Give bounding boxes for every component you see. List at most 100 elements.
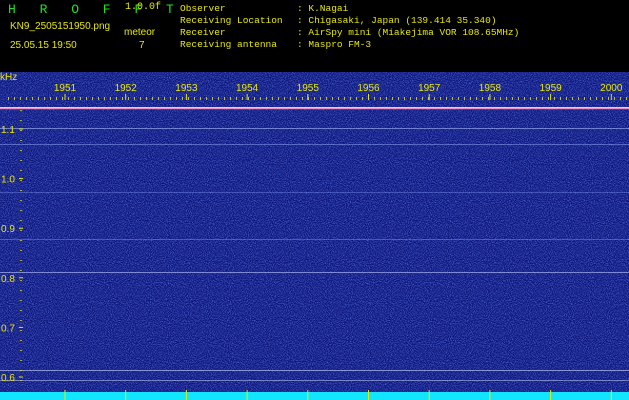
meteor-count: 7 (139, 40, 145, 51)
time-minor-tick (38, 97, 39, 100)
time-minor-tick (524, 97, 525, 100)
time-tick-mark-bottom (550, 390, 552, 400)
info-value-antenna: : Maspro FM-3 (297, 39, 372, 50)
spectrum-noise (0, 72, 629, 400)
time-minor-tick (122, 97, 123, 100)
frequency-minor-tick (20, 270, 22, 271)
time-minor-tick (350, 97, 351, 100)
time-minor-tick (452, 97, 453, 100)
frequency-minor-tick (20, 220, 22, 221)
time-minor-tick (386, 97, 387, 100)
time-minor-tick (110, 97, 111, 100)
time-minor-tick (26, 97, 27, 100)
frequency-tick-label: 1.1 (1, 125, 15, 136)
time-minor-tick (356, 97, 357, 100)
carrier-line (0, 192, 629, 193)
frequency-tick-label: 0.9 (1, 224, 15, 235)
time-minor-tick (476, 97, 477, 100)
info-key-receiver: Receiver (180, 27, 226, 38)
time-minor-tick (398, 97, 399, 100)
info-value-receiver: : AirSpy mini (Miakejima VOR 108.65MHz) (297, 27, 520, 38)
time-minor-tick (584, 97, 585, 100)
frequency-minor-tick (20, 180, 22, 181)
time-minor-tick (554, 97, 555, 100)
time-minor-tick (218, 97, 219, 100)
time-minor-tick (488, 97, 489, 100)
time-minor-tick (344, 97, 345, 100)
time-tick-mark-bottom (246, 390, 248, 400)
time-minor-tick (314, 97, 315, 100)
time-minor-tick (440, 97, 441, 100)
time-minor-tick (494, 97, 495, 100)
time-minor-tick (470, 97, 471, 100)
time-minor-tick (200, 97, 201, 100)
time-minor-tick (338, 97, 339, 100)
info-key-observer: Observer (180, 3, 226, 14)
frequency-tick-label: 0.8 (1, 274, 15, 285)
time-minor-tick (596, 97, 597, 100)
time-minor-tick (152, 97, 153, 100)
meteor-label: meteor (124, 27, 156, 38)
time-minor-tick (80, 97, 81, 100)
time-minor-tick (230, 97, 231, 100)
time-minor-tick (62, 97, 63, 100)
time-minor-tick (530, 97, 531, 100)
time-minor-tick (458, 97, 459, 100)
time-minor-tick (194, 97, 195, 100)
header-panel: H R O F F T 1.0.0f KN9_2505151950.png 25… (0, 0, 629, 72)
time-tick-mark (246, 94, 248, 100)
frequency-tick-mark (19, 128, 23, 130)
time-tick-mark (610, 94, 612, 100)
time-minor-tick (446, 97, 447, 100)
frequency-minor-tick (20, 130, 22, 131)
time-tick-mark-bottom (307, 390, 309, 400)
time-minor-tick (14, 97, 15, 100)
carrier-line (0, 239, 629, 240)
frequency-minor-tick (20, 310, 22, 311)
time-minor-tick (320, 97, 321, 100)
time-minor-tick (272, 97, 273, 100)
frequency-minor-tick (20, 380, 22, 381)
time-minor-tick (212, 97, 213, 100)
time-tick-label: 1959 (539, 83, 562, 94)
time-tick-mark-bottom (428, 390, 430, 400)
time-minor-tick (608, 97, 609, 100)
time-minor-tick (380, 97, 381, 100)
frequency-minor-tick (20, 300, 22, 301)
file-name: KN9_2505151950.png (10, 21, 111, 32)
time-minor-tick (566, 97, 567, 100)
frequency-minor-tick (20, 200, 22, 201)
time-minor-tick (98, 97, 99, 100)
time-minor-tick (20, 97, 21, 100)
time-minor-tick (308, 97, 309, 100)
frequency-tick-mark (19, 178, 23, 180)
carrier-line (0, 380, 629, 381)
time-minor-tick (362, 97, 363, 100)
time-minor-tick (422, 97, 423, 100)
time-minor-tick (224, 97, 225, 100)
frequency-tick-mark (19, 326, 23, 328)
time-tick-label: 2000 (600, 83, 623, 94)
time-minor-tick (206, 97, 207, 100)
carrier-line (0, 144, 629, 145)
time-minor-tick (164, 97, 165, 100)
time-minor-tick (182, 97, 183, 100)
time-minor-tick (332, 97, 333, 100)
time-minor-tick (626, 97, 627, 100)
info-key-antenna: Receiving antenna (180, 39, 277, 50)
time-tick-mark (185, 94, 187, 100)
frequency-tick-label: 0.7 (1, 323, 15, 334)
time-minor-tick (188, 97, 189, 100)
info-value-observer: : K.Nagai (297, 3, 349, 14)
frequency-tick-mark (19, 277, 23, 279)
time-tick-mark (64, 94, 66, 100)
carrier-line (0, 128, 629, 129)
frequency-minor-tick (20, 260, 22, 261)
time-tick-mark-bottom (125, 390, 127, 400)
time-minor-tick (536, 97, 537, 100)
time-minor-tick (140, 97, 141, 100)
time-minor-tick (590, 97, 591, 100)
time-minor-tick (602, 97, 603, 100)
time-tick-mark (550, 94, 552, 100)
time-minor-tick (614, 97, 615, 100)
